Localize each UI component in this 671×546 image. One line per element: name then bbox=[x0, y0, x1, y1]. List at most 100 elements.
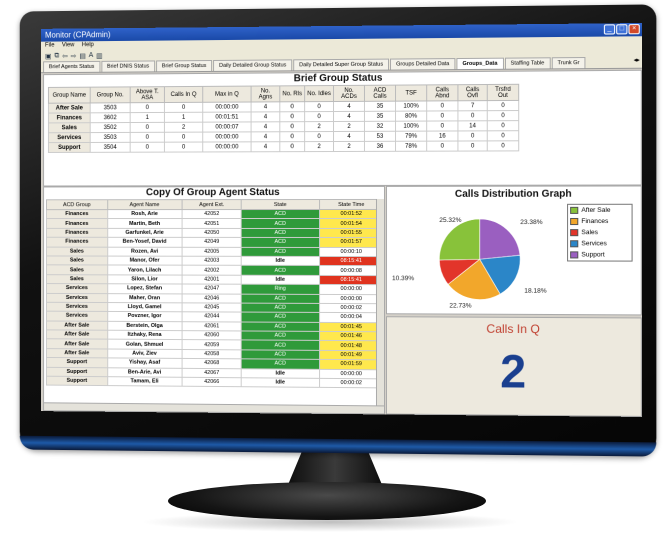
brief-cell: 0 bbox=[487, 131, 518, 141]
brief-cell: 0 bbox=[130, 103, 164, 113]
menu-help[interactable]: Help bbox=[82, 42, 94, 48]
brief-header-cell[interactable]: Above T. ASA bbox=[130, 87, 164, 103]
table-row[interactable]: Finances Rosh, Arie 42052 ACD 00:01:52 bbox=[46, 209, 383, 218]
brief-cell: After Sale bbox=[48, 103, 90, 113]
agent-cell: 00:00:02 bbox=[319, 378, 383, 388]
agent-cell: 00:01:48 bbox=[319, 341, 383, 351]
brief-header-cell[interactable]: Calls Abnd bbox=[427, 85, 458, 101]
minimize-icon[interactable]: _ bbox=[604, 24, 615, 34]
brief-header-cell[interactable]: No. Idles bbox=[305, 86, 334, 102]
brief-cell: Services bbox=[48, 133, 90, 143]
save-icon[interactable]: ▣ bbox=[45, 52, 51, 60]
agent-cell: Sales bbox=[46, 256, 107, 265]
print-icon[interactable]: ▤ bbox=[79, 52, 85, 60]
brief-header-cell[interactable]: TSF bbox=[396, 85, 427, 101]
brief-header-cell[interactable]: Group Name bbox=[48, 87, 90, 103]
agent-cell: 00:00:02 bbox=[319, 303, 383, 313]
agents-header-cell[interactable]: State Time bbox=[319, 199, 383, 209]
document-icon[interactable]: ▥ bbox=[96, 51, 102, 59]
brief-cell: 78% bbox=[396, 141, 427, 151]
brief-header-cell[interactable]: No. Rls bbox=[280, 86, 305, 102]
pie-slice-support bbox=[480, 219, 520, 259]
tab-5[interactable]: Groups Detailed Data bbox=[390, 58, 455, 70]
agent-cell: Idle bbox=[242, 378, 320, 388]
tab-3[interactable]: Daily Detailed Group Status bbox=[213, 59, 292, 71]
tab-7[interactable]: Staffing Table bbox=[505, 57, 551, 68]
table-row[interactable]: Support 3504 0 0 00:00:00 4 0 2 2 36 78% 0 0 0 bbox=[48, 141, 518, 153]
brief-cell: 0 bbox=[280, 122, 305, 132]
copy-icon[interactable]: ⧉ bbox=[54, 52, 59, 60]
brief-header-cell[interactable]: ACD Calls bbox=[364, 85, 395, 101]
brief-header-cell[interactable]: Max in Q bbox=[203, 86, 251, 102]
brief-cell: 00:00:00 bbox=[203, 132, 251, 142]
brief-header-cell[interactable]: No. Agns bbox=[251, 86, 280, 102]
table-row[interactable]: Finances Ben-Yosef, David 42049 ACD 00:01:57 bbox=[46, 237, 383, 247]
brief-title: Brief Group Status bbox=[44, 71, 641, 86]
agent-cell: 08:15:41 bbox=[319, 275, 383, 285]
legend-item: After Sale bbox=[568, 205, 631, 216]
brief-cell: 79% bbox=[396, 131, 427, 141]
maximize-icon[interactable]: □ bbox=[616, 24, 627, 34]
agent-cell: ACD bbox=[242, 238, 320, 247]
brief-cell: 0 bbox=[305, 112, 334, 122]
window-title: Monitor (CPAdmin) bbox=[45, 30, 111, 39]
pie-label-sales: 10.39% bbox=[392, 275, 414, 282]
legend-label: Finances bbox=[581, 218, 608, 225]
brief-cell: 4 bbox=[251, 142, 280, 152]
brief-cell: 0 bbox=[130, 122, 164, 132]
agent-cell: Martin, Beth bbox=[107, 219, 182, 228]
brief-header-cell[interactable]: Group No. bbox=[90, 87, 130, 103]
tab-scroll-icon[interactable]: ◂▸ bbox=[632, 57, 642, 68]
menu-view[interactable]: View bbox=[62, 42, 75, 48]
table-row[interactable]: Finances Garfunkel, Arie 42050 ACD 00:01:55 bbox=[46, 228, 383, 238]
brief-header-cell[interactable]: Calls In Q bbox=[164, 86, 202, 102]
brief-header-cell[interactable]: No. ACDs bbox=[334, 85, 365, 101]
tab-4[interactable]: Daily Detailed Super Group Status bbox=[293, 59, 389, 71]
tab-2[interactable]: Brief Group Status bbox=[156, 60, 212, 71]
back-icon[interactable]: ⇦ bbox=[62, 52, 68, 60]
agent-cell: 42049 bbox=[182, 238, 242, 247]
tab-1[interactable]: Brief DNIS Status bbox=[101, 60, 155, 71]
tab-8[interactable]: Trunk Gr bbox=[551, 57, 585, 68]
brief-cell: 32 bbox=[364, 121, 395, 131]
agent-cell: 42001 bbox=[182, 275, 242, 285]
menu-file[interactable]: File bbox=[45, 43, 54, 49]
agent-cell: 42044 bbox=[182, 312, 242, 322]
agent-cell: 42066 bbox=[182, 377, 242, 387]
tab-6[interactable]: Groups_Data bbox=[456, 58, 503, 69]
agents-header-cell[interactable]: ACD Group bbox=[46, 200, 107, 210]
brief-cell: Sales bbox=[48, 123, 90, 133]
table-row[interactable]: Finances Martin, Beth 42051 ACD 00:01:54 bbox=[46, 219, 383, 228]
tab-0[interactable]: Brief Agents Status bbox=[43, 61, 100, 72]
agent-cell: Yaron, Lilach bbox=[107, 265, 182, 274]
agent-cell: Sales bbox=[46, 265, 107, 274]
agents-header-cell[interactable]: State bbox=[242, 200, 320, 210]
font-icon[interactable]: A bbox=[89, 52, 94, 59]
agent-cell: Finances bbox=[46, 228, 107, 237]
close-icon[interactable]: × bbox=[628, 24, 639, 34]
brief-header-cell[interactable]: Trsfrd Out bbox=[487, 84, 518, 100]
agent-cell: 42003 bbox=[182, 256, 242, 265]
pie-label-finances: 22.73% bbox=[449, 302, 471, 309]
forward-icon[interactable]: ⇨ bbox=[71, 52, 77, 60]
table-row[interactable]: Support Tamam, Eli 42066 Idle 00:00:02 bbox=[46, 376, 383, 388]
agent-cell: Services bbox=[46, 311, 107, 321]
agent-cell: ACD bbox=[242, 350, 320, 360]
agents-header-cell[interactable]: Agent Ext. bbox=[182, 200, 242, 210]
brief-cell: 4 bbox=[334, 111, 365, 121]
agent-cell: Berstein, Olga bbox=[107, 321, 182, 331]
brief-cell: 36 bbox=[364, 141, 395, 151]
brief-header-cell[interactable]: Calls Ovfl bbox=[458, 84, 487, 100]
agent-cell: After Sale bbox=[46, 339, 107, 349]
vertical-scrollbar[interactable] bbox=[376, 199, 384, 407]
agent-cell: ACD bbox=[242, 210, 320, 219]
agent-cell: Finances bbox=[46, 219, 107, 228]
brief-cell: 0 bbox=[164, 102, 202, 112]
agent-cell: Silon, Lior bbox=[107, 275, 182, 285]
brief-cell: 0 bbox=[427, 101, 458, 111]
pie-label-services: 18.18% bbox=[524, 288, 546, 295]
agent-cell: 42002 bbox=[182, 265, 242, 274]
agent-cell: 42045 bbox=[182, 303, 242, 313]
agents-header-cell[interactable]: Agent Name bbox=[107, 200, 182, 210]
agent-cell: 00:01:46 bbox=[319, 331, 383, 341]
